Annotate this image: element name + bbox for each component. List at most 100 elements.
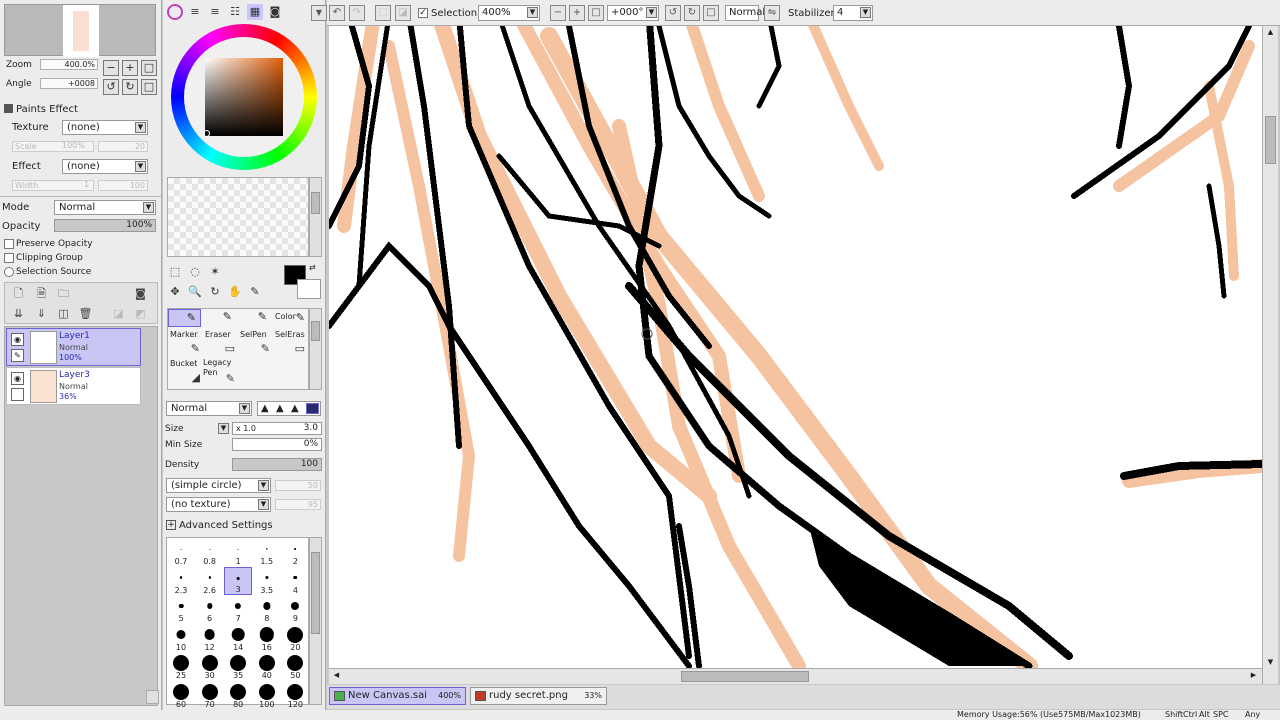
new-linework-layer-icon[interactable]: 🗎 [34,286,49,301]
edge-hard-icon[interactable]: ▲ [291,403,299,414]
brush-size-cell[interactable]: 35 [224,652,252,680]
density-slider[interactable]: 100 [232,458,322,471]
brush-size-cell[interactable]: 50 [281,652,309,680]
eye-icon[interactable]: ◉ [11,372,24,385]
brush-size-cell[interactable]: 7 [224,595,252,623]
scratchpad-scrollbar[interactable] [309,177,322,257]
zoom-value[interactable]: 400.0% [40,59,98,70]
secondary-color-swatch[interactable] [297,279,321,299]
texture-select[interactable]: (none) ▼ [62,120,148,135]
document-tab[interactable]: rudy secret.png 33% [470,687,607,705]
brush-size-cell[interactable]: 80 [224,681,252,709]
brush-size-cell[interactable]: 10 [167,624,195,652]
merge-down-icon[interactable]: ⇓ [34,306,49,321]
brush-size-cell[interactable]: 14 [224,624,252,652]
zoom-out-icon[interactable]: − [550,5,566,21]
zoom-in-icon[interactable]: + [569,5,585,21]
zoom-tool-icon[interactable]: 🔍 [187,284,203,300]
delete-mask-icon[interactable]: ◩ [133,306,148,321]
deselect-icon[interactable]: ⬚ [375,5,391,21]
brush-size-cell[interactable]: 12 [196,624,224,652]
brush-size-cell[interactable]: 1 [224,538,252,566]
brush-size-cell[interactable]: 6 [196,595,224,623]
new-folder-icon[interactable]: 🗀 [56,286,71,301]
layer-mask-icon[interactable]: ◙ [133,286,148,301]
document-tab[interactable]: New Canvas.sai 400% [329,687,466,705]
effect-select[interactable]: (none) ▼ [62,159,148,174]
eyedropper-icon[interactable]: ✎ [247,284,263,300]
layer-mode-select[interactable]: Normal ▼ [54,200,156,215]
brush-size-cell[interactable]: 16 [253,624,281,652]
move-icon[interactable]: ✥ [167,284,183,300]
advanced-settings-toggle[interactable]: Advanced Settings [179,520,273,531]
selpen-tool[interactable]: SelPen ✎ [238,329,272,357]
pen-tool[interactable]: ✎ [168,309,201,327]
brush-size-cell[interactable]: 20 [281,624,309,652]
scroll-left-icon[interactable]: ◀ [331,671,342,682]
navigator-preview[interactable] [4,4,156,57]
swatches-tab-icon[interactable]: ☷ [227,4,243,20]
edge-medium-icon[interactable]: ▲ [276,403,284,414]
brush-size-cell[interactable]: 70 [196,681,224,709]
brush-size-cell[interactable]: 100 [253,681,281,709]
rotate-cw-icon[interactable]: ↻ [684,5,700,21]
collapse-icon[interactable] [4,104,13,113]
brush-lock-icon[interactable] [11,388,24,401]
brush-size-cell[interactable]: 2.3 [167,567,195,595]
size-slider[interactable]: x 1.0 3.0 [232,422,322,435]
rotate-right-button[interactable]: ↻ [122,79,138,95]
brush-size-cell[interactable]: 0.8 [196,538,224,566]
size-multiplier-dropdown[interactable]: ▼ [218,423,229,434]
apply-mask-icon[interactable]: ◪ [111,306,126,321]
drawing-canvas[interactable] [329,26,1262,668]
new-layer-icon[interactable]: 🗋 [11,286,26,301]
expand-icon[interactable]: + [166,520,176,530]
legacy-pen-tool[interactable]: Legacy Pen ✎ [203,358,237,386]
eye-icon[interactable]: ◉ [11,333,24,346]
opacity-slider[interactable]: 100% [54,219,156,232]
eraser-tool[interactable]: Eraser ▭ [203,329,237,357]
airbrush-tool[interactable]: ✎ [203,309,236,327]
color-tool[interactable]: Color ✎ [273,309,307,327]
hand-icon[interactable]: ✋ [227,284,243,300]
vertical-scroll-thumb[interactable] [1265,116,1276,164]
rotate-left-button[interactable]: ↺ [103,79,119,95]
flip-icon[interactable]: ⇋ [764,5,780,21]
clear-layer-icon[interactable]: ◫ [56,306,71,321]
brush-size-cell[interactable]: 8 [253,595,281,623]
undo-icon[interactable]: ↶ [329,5,345,21]
scroll-up-icon[interactable]: ▲ [1265,28,1276,38]
horizontal-scroll-thumb[interactable] [681,671,809,682]
brush-size-cell[interactable]: 60 [167,681,195,709]
layer-row[interactable]: ◉ ✎ Layer1 Normal 100% [6,328,141,366]
stabilizer-select[interactable]: 4 ▼ [833,5,873,21]
brush-size-scrollbar[interactable] [309,537,322,705]
brush-size-cell[interactable]: 1.5 [253,538,281,566]
edge-soft-icon[interactable]: ▲ [261,403,269,414]
scratchpad[interactable] [167,177,309,257]
brush-size-cell[interactable]: 120 [281,681,309,709]
redo-icon[interactable]: ↷ [349,5,365,21]
delete-layer-icon[interactable]: 🗑 [78,306,93,321]
panel-toggle-icon[interactable]: ▼ [311,5,327,21]
swap-colors-icon[interactable]: ⇄ [309,263,316,272]
min-size-slider[interactable]: 0% [232,438,322,451]
canvas-horizontal-scrollbar[interactable]: ◀ ▶ [329,668,1262,684]
rotate-ccw-icon[interactable]: ↺ [665,5,681,21]
brush-size-cell[interactable]: 30 [196,652,224,680]
rotate-reset-icon[interactable]: □ [703,5,719,21]
scratchpad-tab-icon[interactable]: ◙ [267,4,283,20]
layer-list-scrollbar[interactable] [146,690,159,704]
brush-tool[interactable]: ✎ [238,309,271,327]
scroll-down-icon[interactable]: ▼ [1265,658,1276,668]
angle-value[interactable]: +0008 [40,78,98,89]
tool-palette-scrollbar[interactable] [309,308,322,390]
rotate-reset-button[interactable]: □ [141,79,157,95]
brush-size-cell[interactable]: 2 [281,538,309,566]
rotate-tool-icon[interactable]: ↻ [207,284,223,300]
brush-size-cell[interactable]: 5 [167,595,195,623]
brush-size-cell[interactable]: 0.7 [167,538,195,566]
zoom-out-button[interactable]: − [103,60,119,76]
zoom-in-button[interactable]: + [122,60,138,76]
zoom-reset-icon[interactable]: □ [588,5,604,21]
